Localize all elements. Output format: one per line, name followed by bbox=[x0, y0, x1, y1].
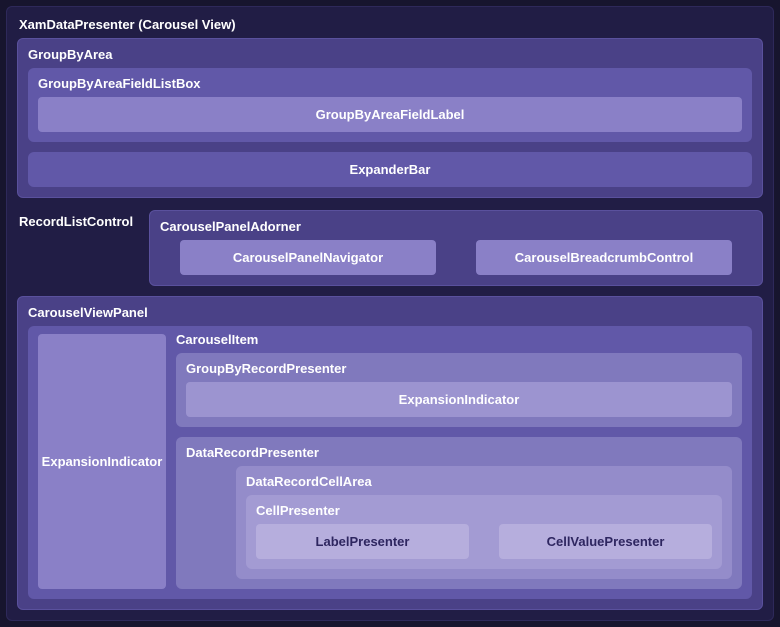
carousel-item: ExpansionIndicator CarouselItem GroupByR… bbox=[28, 326, 752, 599]
label-presenter: LabelPresenter bbox=[256, 524, 469, 559]
group-by-record-presenter-title: GroupByRecordPresenter bbox=[186, 361, 732, 376]
carousel-breadcrumb-control: CarouselBreadcrumbControl bbox=[476, 240, 732, 275]
expansion-indicator-left: ExpansionIndicator bbox=[38, 334, 166, 589]
xam-data-presenter: XamDataPresenter (Carousel View) GroupBy… bbox=[6, 6, 774, 621]
carousel-panel-adorner: CarouselPanelAdorner CarouselPanelNaviga… bbox=[149, 210, 763, 286]
root-title: XamDataPresenter (Carousel View) bbox=[17, 15, 763, 38]
group-by-record-presenter: GroupByRecordPresenter ExpansionIndicato… bbox=[176, 353, 742, 427]
carousel-view-panel: CarouselViewPanel ExpansionIndicator Car… bbox=[17, 296, 763, 610]
cell-presenter: CellPresenter LabelPresenter CellValuePr… bbox=[246, 495, 722, 569]
carousel-panel-navigator: CarouselPanelNavigator bbox=[180, 240, 436, 275]
data-record-cell-area: DataRecordCellArea CellPresenter LabelPr… bbox=[236, 466, 732, 579]
group-by-area-title: GroupByArea bbox=[28, 47, 752, 62]
carousel-item-title: CarouselItem bbox=[176, 332, 742, 347]
list-box-title: GroupByAreaFieldListBox bbox=[38, 76, 742, 91]
cell-presenter-title: CellPresenter bbox=[256, 503, 712, 518]
expansion-indicator-inner: ExpansionIndicator bbox=[186, 382, 732, 417]
carousel-item-right: CarouselItem GroupByRecordPresenter Expa… bbox=[176, 334, 742, 589]
record-list-control: RecordListControl bbox=[17, 210, 149, 286]
expansion-indicator-left-label: ExpansionIndicator bbox=[42, 454, 163, 469]
expander-bar: ExpanderBar bbox=[28, 152, 752, 187]
cell-presenter-row: LabelPresenter CellValuePresenter bbox=[256, 524, 712, 559]
group-by-area: GroupByArea GroupByAreaFieldListBox Grou… bbox=[17, 38, 763, 198]
adorner-title: CarouselPanelAdorner bbox=[160, 219, 752, 234]
data-record-presenter-title: DataRecordPresenter bbox=[186, 445, 732, 460]
cell-value-presenter: CellValuePresenter bbox=[499, 524, 712, 559]
group-by-area-field-label: GroupByAreaFieldLabel bbox=[38, 97, 742, 132]
record-row: RecordListControl CarouselPanelAdorner C… bbox=[17, 210, 763, 286]
cell-area-title: DataRecordCellArea bbox=[246, 474, 722, 489]
navigator-row: CarouselPanelNavigator CarouselBreadcrum… bbox=[160, 240, 752, 275]
data-record-presenter: DataRecordPresenter DataRecordCellArea C… bbox=[176, 437, 742, 589]
group-by-area-field-list-box: GroupByAreaFieldListBox GroupByAreaField… bbox=[28, 68, 752, 142]
carousel-view-panel-title: CarouselViewPanel bbox=[28, 305, 752, 320]
